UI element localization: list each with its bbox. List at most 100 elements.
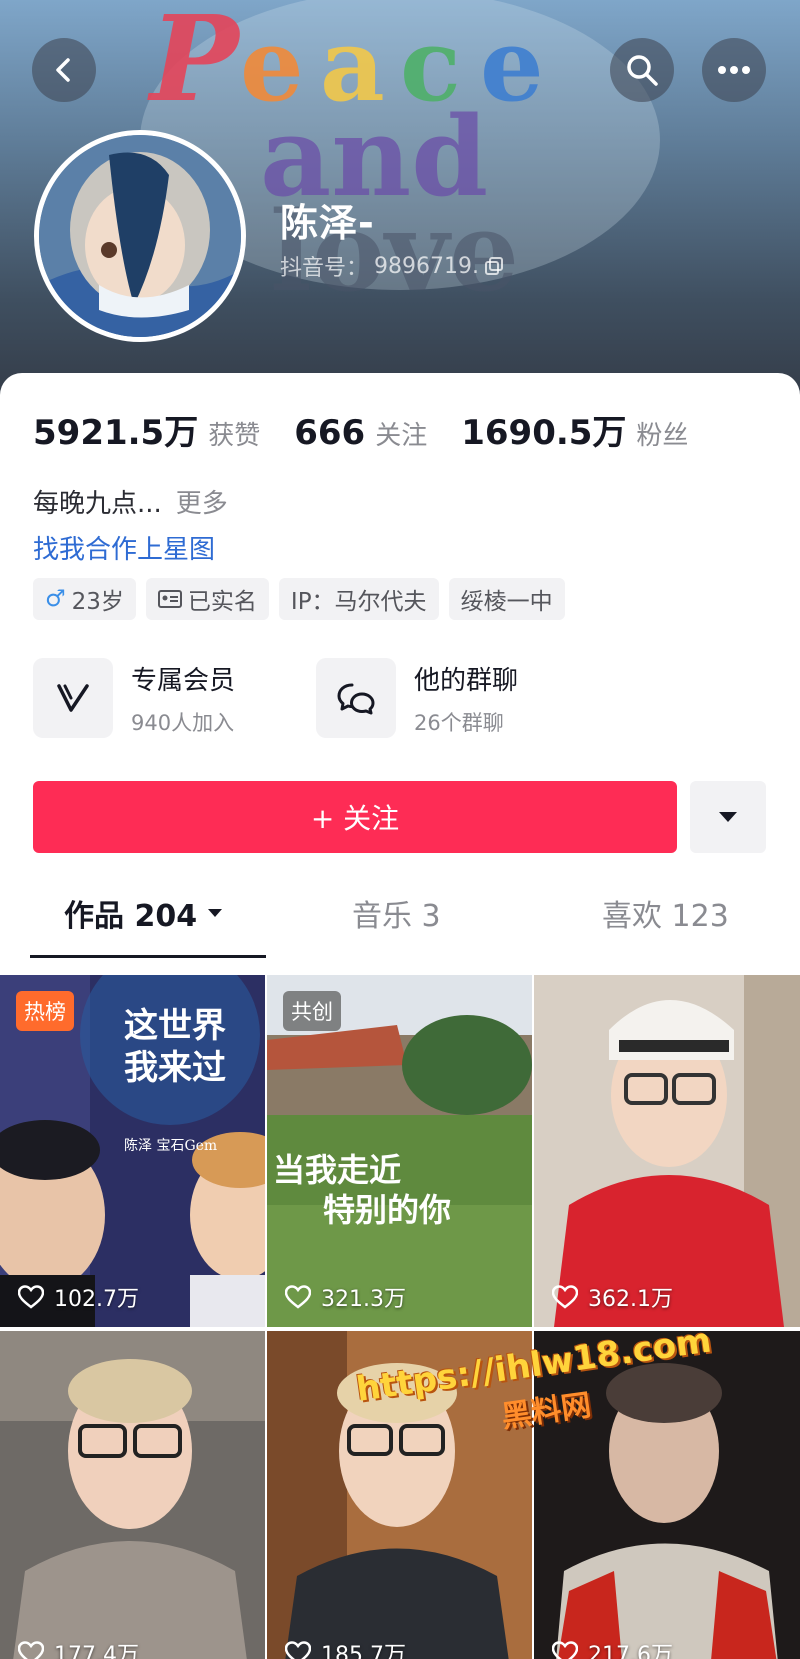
stat-value: 666 xyxy=(294,413,366,453)
more-actions-dropdown[interactable] xyxy=(690,781,766,853)
bio: 每晚九点... 更多 xyxy=(33,483,228,520)
video-thumbnail[interactable]: 362.1万 xyxy=(534,975,800,1327)
like-count: 177.4万 xyxy=(18,1637,139,1659)
search-icon xyxy=(627,55,658,86)
feature-text: 他的群聊 26个群聊 xyxy=(414,660,518,737)
chevron-left-icon xyxy=(56,58,70,82)
ellipsis-icon xyxy=(718,66,750,74)
stat-following[interactable]: 666 关注 xyxy=(294,413,427,453)
like-count-value: 321.3万 xyxy=(321,1287,406,1312)
profile-header: P e a c e and love 陈泽- 抖音号： 9896719. xyxy=(0,0,800,400)
tab-music[interactable]: 音乐 3 xyxy=(352,891,441,935)
tab-label: 喜欢 123 xyxy=(602,899,729,934)
svg-text:e: e xyxy=(480,6,544,124)
like-count-value: 177.4万 xyxy=(54,1643,139,1659)
video-cover-title-line: 特别的你 xyxy=(323,1191,452,1229)
bio-text: 每晚九点... xyxy=(33,489,162,519)
tag-age: ♂ 23岁 xyxy=(33,578,136,620)
stat-followers[interactable]: 1690.5万 粉丝 xyxy=(461,405,688,454)
avatar[interactable] xyxy=(34,130,246,342)
feature-subtitle: 26个群聊 xyxy=(414,710,504,735)
stat-likes[interactable]: 5921.5万 获赞 xyxy=(33,405,260,454)
vip-icon-box xyxy=(33,658,113,738)
video-cover-title-line: 当我走近 xyxy=(273,1151,402,1189)
video-grid: 这世界 我来过 陈泽 宝石Gem 热榜 102.7万 当我走近 特别的你 共创 … xyxy=(0,975,800,1659)
stats-row: 5921.5万 获赞 666 关注 1690.5万 粉丝 xyxy=(33,405,722,454)
feature-vip[interactable]: 专属会员 940人加入 xyxy=(33,658,316,738)
nickname: 陈泽- xyxy=(280,201,375,245)
like-count-value: 185.7万 xyxy=(321,1643,406,1659)
cooperation-link[interactable]: 找我合作上星图 xyxy=(33,529,215,566)
feature-entries: 专属会员 940人加入 他的群聊 26个群聊 xyxy=(33,658,599,738)
feature-text: 专属会员 940人加入 xyxy=(131,660,235,737)
heart-icon xyxy=(552,1641,578,1659)
like-count-value: 217.6万 xyxy=(588,1643,673,1659)
heart-icon xyxy=(18,1285,44,1309)
chat-bubbles-icon xyxy=(337,683,375,715)
like-count-value: 102.7万 xyxy=(54,1287,139,1312)
stat-label: 关注 xyxy=(375,421,428,451)
heart-icon xyxy=(285,1641,311,1659)
feature-title: 他的群聊 xyxy=(414,665,519,696)
like-count: 102.7万 xyxy=(18,1281,139,1313)
heart-icon xyxy=(552,1285,578,1309)
video-cover-title: 这世界 我来过 xyxy=(124,1005,226,1089)
video-cover-title-line: 这世界 xyxy=(124,1006,226,1046)
video-thumbnail[interactable]: 177.4万 xyxy=(0,1331,265,1659)
video-cover-title: 当我走近 特别的你 xyxy=(273,1150,451,1230)
like-count-value: 362.1万 xyxy=(588,1287,673,1312)
svg-text:P: P xyxy=(147,0,242,128)
tag-ip: IP：马尔代夫 xyxy=(278,578,439,620)
video-thumbnail[interactable]: 这世界 我来过 陈泽 宝石Gem 热榜 102.7万 xyxy=(0,975,265,1327)
stat-label: 粉丝 xyxy=(636,421,689,451)
stat-label: 获赞 xyxy=(208,421,261,451)
stat-value: 1690.5万 xyxy=(461,413,627,453)
video-cover-credit: 陈泽 宝石Gem xyxy=(124,1138,218,1154)
tab-liked[interactable]: 喜欢 123 xyxy=(602,891,729,935)
copy-icon[interactable] xyxy=(485,257,503,275)
stat-value: 5921.5万 xyxy=(33,413,199,453)
tab-label: 作品 204 xyxy=(64,899,198,934)
more-button[interactable] xyxy=(702,38,766,102)
co-creation-badge: 共创 xyxy=(283,991,341,1031)
tag-age-text: 23岁 xyxy=(71,589,124,615)
video-cover-image xyxy=(534,975,800,1327)
tag-school[interactable]: 绥棱一中 xyxy=(448,578,565,620)
profile-tags: ♂ 23岁 已实名 IP：马尔代夫 绥棱一中 xyxy=(33,578,565,620)
caret-down-icon xyxy=(208,909,223,917)
like-count: 321.3万 xyxy=(285,1281,406,1313)
feature-title: 专属会员 xyxy=(131,665,236,696)
active-tab-indicator xyxy=(30,955,266,958)
follow-button[interactable]: + 关注 xyxy=(33,781,677,853)
video-cover-image xyxy=(0,1331,265,1659)
like-count: 217.6万 xyxy=(552,1637,673,1659)
douyin-id-label: 抖音号： xyxy=(280,256,369,281)
tag-ip-text: IP：马尔代夫 xyxy=(290,589,427,615)
id-card-icon xyxy=(157,590,182,608)
hot-badge: 热榜 xyxy=(16,991,74,1031)
douyin-id: 抖音号： 9896719. xyxy=(280,250,503,282)
video-cover-title-line: 我来过 xyxy=(124,1048,226,1088)
back-button[interactable] xyxy=(32,38,96,102)
search-button[interactable] xyxy=(610,38,674,102)
douyin-id-value: 9896719. xyxy=(374,253,479,279)
bio-more-link[interactable]: 更多 xyxy=(176,489,228,519)
video-thumbnail[interactable]: 当我走近 特别的你 共创 321.3万 xyxy=(267,975,532,1327)
feature-group-chat[interactable]: 他的群聊 26个群聊 xyxy=(316,658,599,738)
chat-icon-box xyxy=(316,658,396,738)
heart-icon xyxy=(18,1641,44,1659)
tag-verified[interactable]: 已实名 xyxy=(145,578,269,620)
feature-subtitle: 940人加入 xyxy=(131,710,235,735)
heart-icon xyxy=(285,1285,311,1309)
caret-down-icon xyxy=(719,812,737,822)
avatar-image xyxy=(39,135,241,337)
like-count: 185.7万 xyxy=(285,1637,406,1659)
tab-works[interactable]: 作品 204 xyxy=(64,891,223,935)
like-count: 362.1万 xyxy=(552,1281,673,1313)
tag-school-text: 绥棱一中 xyxy=(460,589,553,615)
tag-verified-text: 已实名 xyxy=(187,589,257,615)
male-icon: ♂ xyxy=(45,586,66,612)
vip-icon xyxy=(57,684,89,712)
content-tabs: 作品 204 音乐 3 喜欢 123 xyxy=(0,891,800,958)
tab-label: 音乐 3 xyxy=(352,899,441,934)
